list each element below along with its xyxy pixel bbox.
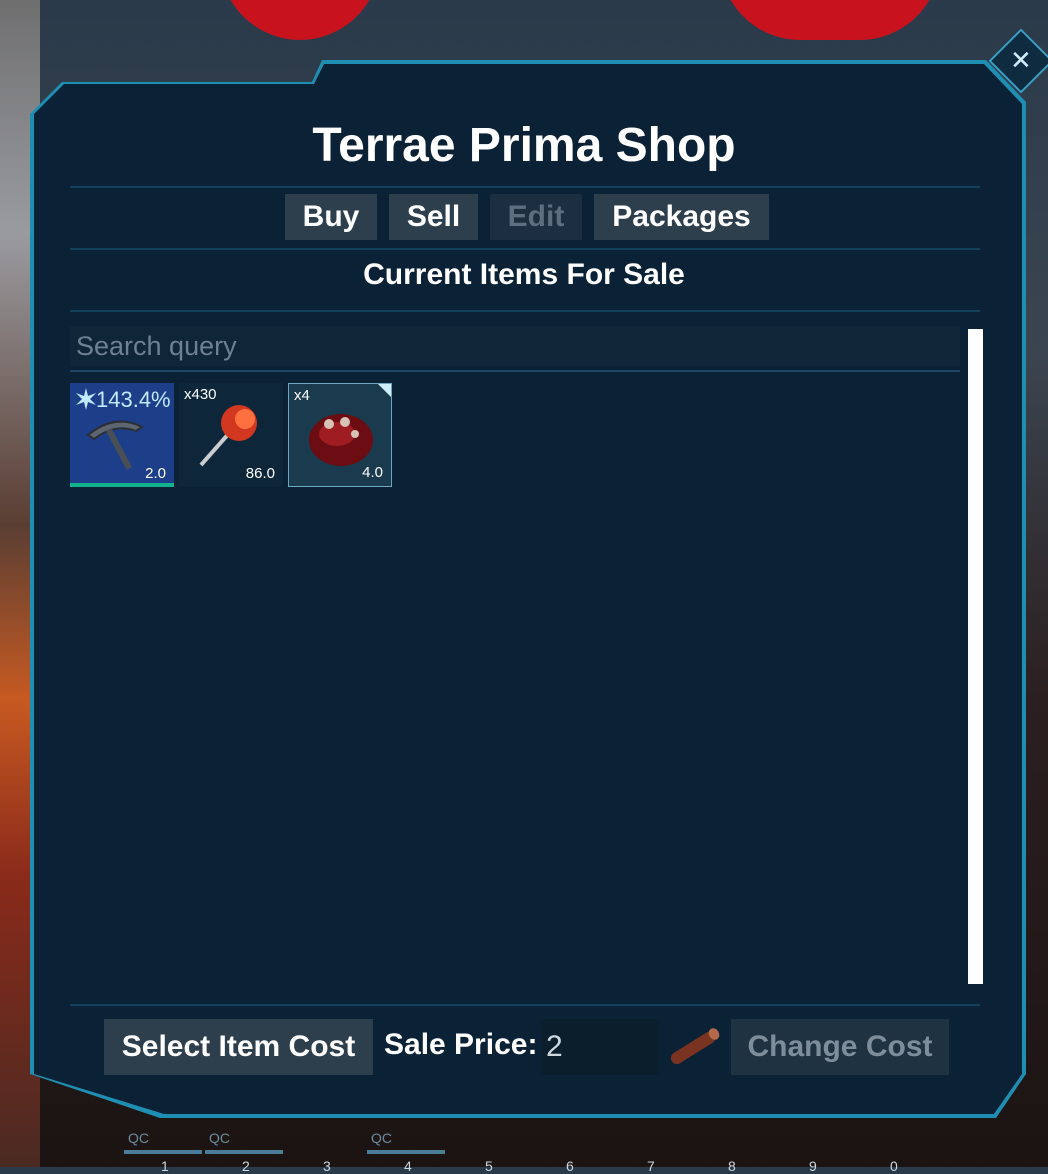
hotbar-number: 1 [161, 1158, 169, 1174]
wood-icon [670, 1028, 720, 1065]
item-slot[interactable]: 143.4% 2.0 [70, 383, 174, 487]
hotbar-slot-bar [367, 1150, 445, 1154]
hotbar-slot-bar [205, 1150, 283, 1154]
close-icon: ✕ [1010, 45, 1032, 76]
background-red-shape [720, 0, 940, 40]
item-slot[interactable]: x430 86.0 [179, 383, 283, 487]
search-input[interactable] [70, 326, 960, 366]
item-quality: 143.4% [96, 387, 171, 412]
corner-marker-icon [378, 384, 391, 397]
divider [70, 1004, 980, 1006]
hotbar-number: 9 [809, 1158, 817, 1174]
sale-price-label: Sale Price: [384, 1028, 538, 1061]
hotbar-slot-bar [124, 1150, 202, 1154]
item-weight: 86.0 [245, 465, 275, 482]
select-item-cost-button[interactable]: Select Item Cost [104, 1019, 373, 1075]
tab-buy[interactable]: Buy [285, 194, 377, 240]
hotbar-number: 0 [890, 1158, 898, 1174]
divider [70, 310, 980, 312]
tab-packages[interactable]: Packages [594, 194, 769, 240]
section-title: Current Items For Sale [363, 258, 685, 291]
hotbar-number: 2 [242, 1158, 250, 1174]
hotbar-number: 6 [566, 1158, 574, 1174]
durability-bar [70, 483, 174, 487]
hotbar-slot-label: QC [371, 1130, 392, 1146]
hotbar-slot[interactable]: QC [205, 1120, 283, 1156]
hotbar-slot-label: QC [209, 1130, 230, 1146]
tab-bar: Buy Sell Edit Packages [285, 194, 769, 240]
scrollbar[interactable] [968, 329, 983, 984]
item-quantity: x430 [184, 386, 217, 403]
sale-price-input[interactable] [542, 1019, 658, 1075]
star-burst-icon [76, 388, 96, 410]
tab-sell[interactable]: Sell [389, 194, 478, 240]
background-red-shape [220, 0, 380, 40]
hotbar-slot[interactable]: QC [124, 1120, 202, 1156]
hotbar-slot-label: QC [128, 1130, 149, 1146]
divider [70, 186, 980, 188]
item-weight: 4.0 [362, 464, 383, 481]
hotbar-number: 4 [404, 1158, 412, 1174]
divider [70, 248, 980, 250]
change-cost-button[interactable]: Change Cost [731, 1019, 949, 1075]
hotbar-slot[interactable] [286, 1120, 364, 1156]
hotbar-number: 7 [647, 1158, 655, 1174]
tab-edit[interactable]: Edit [490, 194, 582, 240]
hotbar-number: 8 [728, 1158, 736, 1174]
hotbar-number: 3 [323, 1158, 331, 1174]
item-quantity: x4 [294, 387, 310, 404]
hotbar-slot[interactable]: QC [367, 1120, 445, 1156]
search-underline [70, 370, 960, 372]
item-slot-selected[interactable]: x4 4.0 [288, 383, 392, 487]
hotbar-number: 5 [485, 1158, 493, 1174]
window-title: Terrae Prima Shop [312, 119, 736, 172]
item-weight: 2.0 [145, 465, 166, 482]
